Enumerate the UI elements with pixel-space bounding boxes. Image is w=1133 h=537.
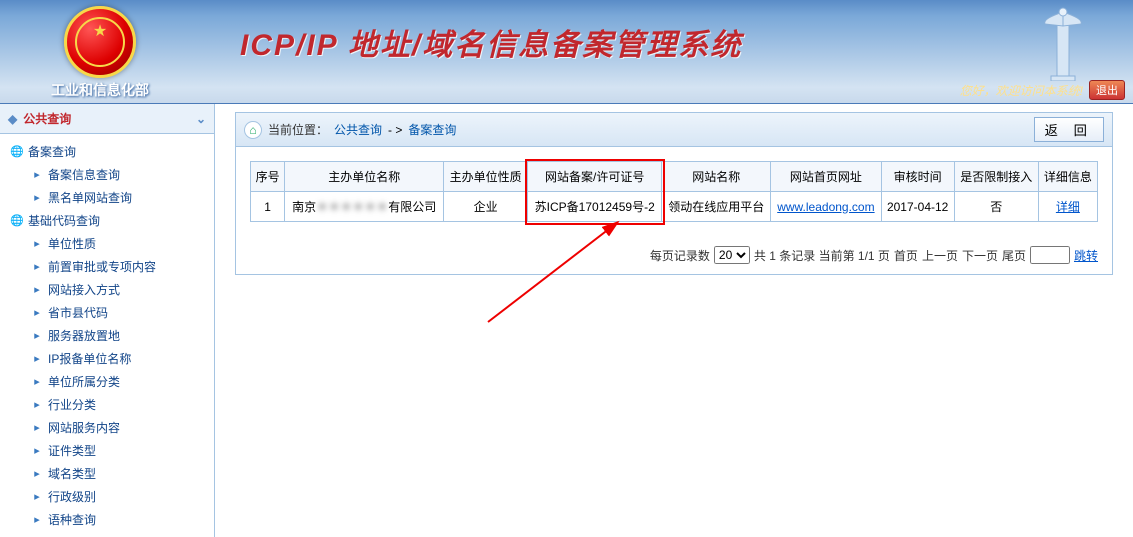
page-icon: ▸ — [30, 330, 44, 342]
pager-go-link[interactable]: 跳转 — [1074, 247, 1098, 264]
back-button[interactable]: 返 回 — [1034, 117, 1104, 142]
sidebar-item[interactable]: ▸网站服务内容 — [4, 416, 208, 439]
chevron-down-icon: ⌄ — [196, 112, 206, 126]
globe-icon: 🌐 — [10, 215, 24, 227]
crumb-public-query[interactable]: 公共查询 — [334, 121, 382, 138]
page-icon: ▸ — [30, 376, 44, 388]
sidebar-item[interactable]: ▸备案信息查询 — [4, 163, 208, 186]
page-size-select[interactable]: 20 — [714, 246, 750, 264]
table-row: 1 南京＊＊＊＊＊＊有限公司 企业 苏ICP备17012459号-2 领动在线应… — [251, 192, 1098, 222]
ministry-name: 工业和信息化部 — [50, 80, 150, 100]
col-0: 序号 — [251, 162, 285, 192]
cell-url: www.leadong.com — [771, 192, 881, 222]
pager-first[interactable]: 首页 — [894, 247, 918, 264]
page-icon: ▸ — [30, 399, 44, 411]
sidebar-item[interactable]: ▸网站接入方式 — [4, 278, 208, 301]
sidebar-item[interactable]: ▸黑名单网站查询 — [4, 186, 208, 209]
breadcrumb: ⌂ 当前位置： 公共查询 - > 备案查询 返 回 — [236, 113, 1112, 147]
page-icon: ▸ — [30, 284, 44, 296]
globe-icon: 🌐 — [10, 146, 24, 158]
emblem-logo: ★ 工业和信息化部 — [50, 6, 150, 86]
pager-prev[interactable]: 上一页 — [922, 247, 958, 264]
col-3: 网站备案/许可证号 — [528, 162, 662, 192]
sidebar-title[interactable]: ◆ 公共查询 ⌄ — [0, 104, 214, 134]
sidebar-item[interactable]: ▸行业分类 — [4, 393, 208, 416]
sidebar-item[interactable]: ▸单位所属分类 — [4, 370, 208, 393]
page-icon: ▸ — [30, 238, 44, 250]
page-icon: ▸ — [30, 514, 44, 526]
sidebar: ◆ 公共查询 ⌄ 🌐备案查询▸备案信息查询▸黑名单网站查询🌐基础代码查询▸单位性… — [0, 104, 215, 537]
app-header: ★ 工业和信息化部 ICP/IP 地址/域名信息备案管理系统 您好，欢迎访问本系… — [0, 0, 1133, 104]
welcome-bar: 您好，欢迎访问本系统! 退出 — [960, 80, 1125, 100]
page-icon: ▸ — [30, 192, 44, 204]
page-icon: ▸ — [30, 353, 44, 365]
results-table: 序号主办单位名称主办单位性质网站备案/许可证号网站名称网站首页网址审核时间是否限… — [250, 161, 1098, 222]
sidebar-item[interactable]: ▸行政级别 — [4, 485, 208, 508]
page-icon: ▸ — [30, 307, 44, 319]
page-icon: ▸ — [30, 169, 44, 181]
sidebar-item[interactable]: ▸域名类型 — [4, 462, 208, 485]
main-content: ⌂ 当前位置： 公共查询 - > 备案查询 返 回 序号主办单位名称主办单位性质… — [215, 104, 1133, 283]
cell-unit: 南京＊＊＊＊＊＊有限公司 — [285, 192, 444, 222]
cell-icp: 苏ICP备17012459号-2 — [528, 192, 662, 222]
pager-last[interactable]: 尾页 — [1002, 247, 1026, 264]
page-icon: ▸ — [30, 468, 44, 480]
page-icon: ▸ — [30, 445, 44, 457]
cell-detail: 详细 — [1038, 192, 1097, 222]
chevron-down-icon: ◆ — [8, 112, 17, 126]
logout-button[interactable]: 退出 — [1089, 80, 1125, 100]
sidebar-item[interactable]: ▸证件类型 — [4, 439, 208, 462]
sidebar-item[interactable]: ▸省市县代码 — [4, 301, 208, 324]
cell-index: 1 — [251, 192, 285, 222]
sidebar-item[interactable]: ▸服务器放置地 — [4, 324, 208, 347]
sidebar-group[interactable]: 🌐备案查询 — [4, 140, 208, 163]
sidebar-group[interactable]: 🌐基础代码查询 — [4, 209, 208, 232]
col-8: 详细信息 — [1038, 162, 1097, 192]
col-1: 主办单位名称 — [285, 162, 444, 192]
col-4: 网站名称 — [662, 162, 771, 192]
crumb-record-query[interactable]: 备案查询 — [408, 121, 456, 138]
sidebar-item[interactable]: ▸IP报备单位名称 — [4, 347, 208, 370]
huabiao-decoration — [1033, 6, 1093, 81]
welcome-text: 您好，欢迎访问本系统! — [960, 82, 1083, 99]
site-url-link[interactable]: www.leadong.com — [777, 200, 874, 214]
detail-link[interactable]: 详细 — [1056, 200, 1080, 214]
pager-next[interactable]: 下一页 — [962, 247, 998, 264]
cell-date: 2017-04-12 — [881, 192, 954, 222]
pager: 每页记录数 20 共 1 条记录 当前第 1/1 页 首页 上一页 下一页 尾页… — [236, 236, 1112, 274]
cell-sitename: 领动在线应用平台 — [662, 192, 771, 222]
page-icon: ▸ — [30, 261, 44, 273]
col-5: 网站首页网址 — [771, 162, 881, 192]
sidebar-item[interactable]: ▸前置审批或专项内容 — [4, 255, 208, 278]
cell-nature: 企业 — [444, 192, 528, 222]
col-7: 是否限制接入 — [954, 162, 1038, 192]
page-icon: ▸ — [30, 422, 44, 434]
page-icon: ▸ — [30, 491, 44, 503]
app-title: ICP/IP 地址/域名信息备案管理系统 — [240, 20, 742, 64]
home-icon[interactable]: ⌂ — [244, 121, 262, 139]
col-2: 主办单位性质 — [444, 162, 528, 192]
sidebar-item[interactable]: ▸单位性质 — [4, 232, 208, 255]
content-panel: ⌂ 当前位置： 公共查询 - > 备案查询 返 回 序号主办单位名称主办单位性质… — [235, 112, 1113, 275]
col-6: 审核时间 — [881, 162, 954, 192]
pager-goto-input[interactable] — [1030, 246, 1070, 264]
cell-limit: 否 — [954, 192, 1038, 222]
sidebar-item[interactable]: ▸语种查询 — [4, 508, 208, 531]
